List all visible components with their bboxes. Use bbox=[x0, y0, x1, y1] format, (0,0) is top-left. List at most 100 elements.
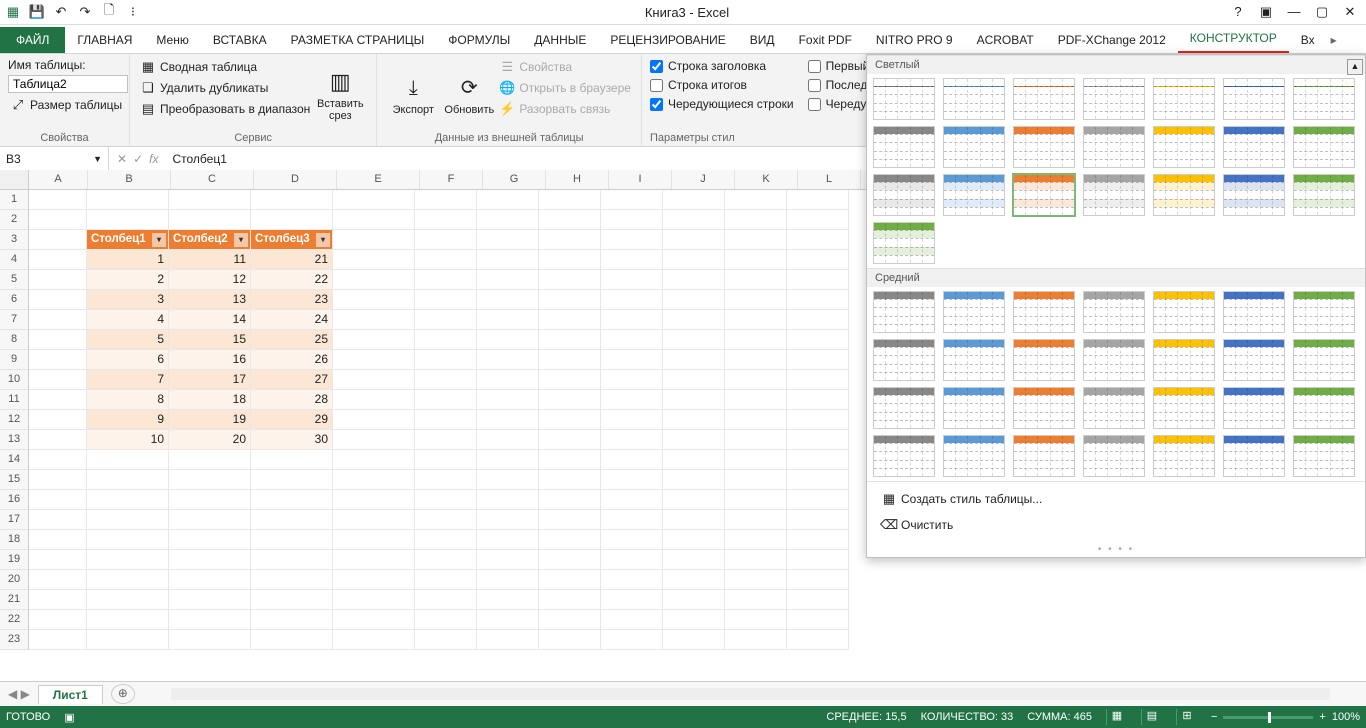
cell[interactable] bbox=[787, 390, 849, 410]
table-style-swatch[interactable] bbox=[1013, 435, 1075, 477]
cell[interactable] bbox=[787, 610, 849, 630]
cell[interactable] bbox=[787, 210, 849, 230]
cell[interactable] bbox=[539, 630, 601, 650]
cell[interactable] bbox=[415, 490, 477, 510]
cell[interactable] bbox=[29, 530, 87, 550]
cell[interactable] bbox=[601, 550, 663, 570]
cell[interactable] bbox=[29, 230, 87, 250]
column-header-J[interactable]: J bbox=[672, 170, 735, 189]
cell[interactable] bbox=[333, 190, 415, 210]
cell[interactable] bbox=[29, 610, 87, 630]
cell[interactable] bbox=[169, 530, 251, 550]
cell[interactable] bbox=[169, 190, 251, 210]
cell[interactable] bbox=[29, 470, 87, 490]
table-style-swatch[interactable] bbox=[943, 174, 1005, 216]
convert-range-button[interactable]: ▤Преобразовать в диапазон bbox=[138, 100, 312, 118]
cell[interactable] bbox=[725, 470, 787, 490]
cell[interactable] bbox=[601, 470, 663, 490]
save-button[interactable]: 💾 bbox=[28, 3, 46, 21]
cell[interactable] bbox=[477, 330, 539, 350]
cell[interactable] bbox=[663, 550, 725, 570]
table-style-swatch[interactable] bbox=[1153, 126, 1215, 168]
cell[interactable] bbox=[601, 190, 663, 210]
row-header[interactable]: 13 bbox=[0, 430, 29, 450]
cell[interactable] bbox=[333, 290, 415, 310]
table-style-swatch[interactable] bbox=[1083, 387, 1145, 429]
cell[interactable] bbox=[87, 630, 169, 650]
column-header-I[interactable]: I bbox=[609, 170, 672, 189]
tab-nitro-pro-9[interactable]: NITRO PRO 9 bbox=[864, 27, 965, 53]
cell[interactable] bbox=[725, 590, 787, 610]
cell[interactable] bbox=[169, 570, 251, 590]
row-header[interactable]: 21 bbox=[0, 590, 29, 610]
table-style-swatch[interactable] bbox=[873, 435, 935, 477]
column-header-F[interactable]: F bbox=[420, 170, 483, 189]
column-header-H[interactable]: H bbox=[546, 170, 609, 189]
cell[interactable] bbox=[663, 410, 725, 430]
cell[interactable] bbox=[333, 630, 415, 650]
cell[interactable] bbox=[415, 610, 477, 630]
cell[interactable] bbox=[415, 190, 477, 210]
cell[interactable] bbox=[663, 450, 725, 470]
macro-record-icon[interactable]: ▣ bbox=[64, 711, 74, 724]
table-style-swatch[interactable] bbox=[1083, 174, 1145, 216]
cell[interactable] bbox=[251, 590, 333, 610]
table-style-swatch[interactable] bbox=[1223, 387, 1285, 429]
cell[interactable] bbox=[415, 230, 477, 250]
tab-вид[interactable]: ВИД bbox=[738, 27, 787, 53]
table-style-swatch[interactable] bbox=[1013, 126, 1075, 168]
cell[interactable] bbox=[29, 290, 87, 310]
tab-файл[interactable]: ФАЙЛ bbox=[0, 27, 65, 53]
cell[interactable] bbox=[333, 270, 415, 290]
table-style-swatch[interactable] bbox=[1083, 291, 1145, 333]
cell[interactable] bbox=[787, 550, 849, 570]
cell[interactable] bbox=[725, 550, 787, 570]
gallery-scroll-up[interactable]: ▲ bbox=[1347, 59, 1363, 75]
cell[interactable] bbox=[787, 570, 849, 590]
table-style-swatch[interactable] bbox=[1293, 435, 1355, 477]
cell[interactable] bbox=[601, 590, 663, 610]
cell[interactable] bbox=[251, 450, 333, 470]
cell[interactable] bbox=[725, 530, 787, 550]
cell[interactable] bbox=[601, 410, 663, 430]
cell[interactable] bbox=[663, 390, 725, 410]
cancel-formula-icon[interactable]: ✕ bbox=[117, 152, 127, 166]
cell[interactable]: 29 bbox=[251, 410, 333, 430]
table-style-swatch[interactable] bbox=[1083, 78, 1145, 120]
ribbon-options-button[interactable]: ▣ bbox=[1256, 4, 1276, 20]
table-style-swatch[interactable] bbox=[873, 339, 935, 381]
qat-more-icon[interactable]: ⁝ bbox=[124, 3, 142, 21]
cell[interactable] bbox=[333, 490, 415, 510]
cell[interactable] bbox=[477, 310, 539, 330]
cell[interactable] bbox=[87, 590, 169, 610]
open-browser-button[interactable]: 🌐Открыть в браузере bbox=[497, 79, 633, 97]
new-table-style-button[interactable]: ▦Создать стиль таблицы... bbox=[867, 486, 1365, 512]
cell[interactable] bbox=[539, 330, 601, 350]
tab-данные[interactable]: ДАННЫЕ bbox=[522, 27, 598, 53]
table-style-swatch[interactable] bbox=[943, 78, 1005, 120]
cell[interactable] bbox=[333, 550, 415, 570]
cell[interactable] bbox=[601, 630, 663, 650]
tab-acrobat[interactable]: ACROBAT bbox=[965, 27, 1046, 53]
cell[interactable] bbox=[415, 590, 477, 610]
cell[interactable] bbox=[477, 430, 539, 450]
cell[interactable] bbox=[725, 610, 787, 630]
gallery-resize-handle[interactable]: • • • • bbox=[867, 542, 1365, 557]
cell[interactable] bbox=[477, 550, 539, 570]
row-header[interactable]: 19 bbox=[0, 550, 29, 570]
view-pagebreak-button[interactable]: ⊞ bbox=[1176, 709, 1197, 725]
cell[interactable]: 8 bbox=[87, 390, 169, 410]
table-style-swatch[interactable] bbox=[1153, 291, 1215, 333]
row-header[interactable]: 23 bbox=[0, 630, 29, 650]
cell[interactable] bbox=[787, 470, 849, 490]
cell[interactable] bbox=[539, 410, 601, 430]
cell[interactable] bbox=[477, 350, 539, 370]
cell[interactable] bbox=[725, 570, 787, 590]
new-sheet-button[interactable]: ⊕ bbox=[111, 684, 135, 704]
column-header-E[interactable]: E bbox=[337, 170, 420, 189]
table-style-swatch[interactable] bbox=[1013, 291, 1075, 333]
cell[interactable] bbox=[333, 430, 415, 450]
cell[interactable] bbox=[539, 270, 601, 290]
cell[interactable] bbox=[663, 490, 725, 510]
table-style-swatch[interactable] bbox=[1293, 291, 1355, 333]
